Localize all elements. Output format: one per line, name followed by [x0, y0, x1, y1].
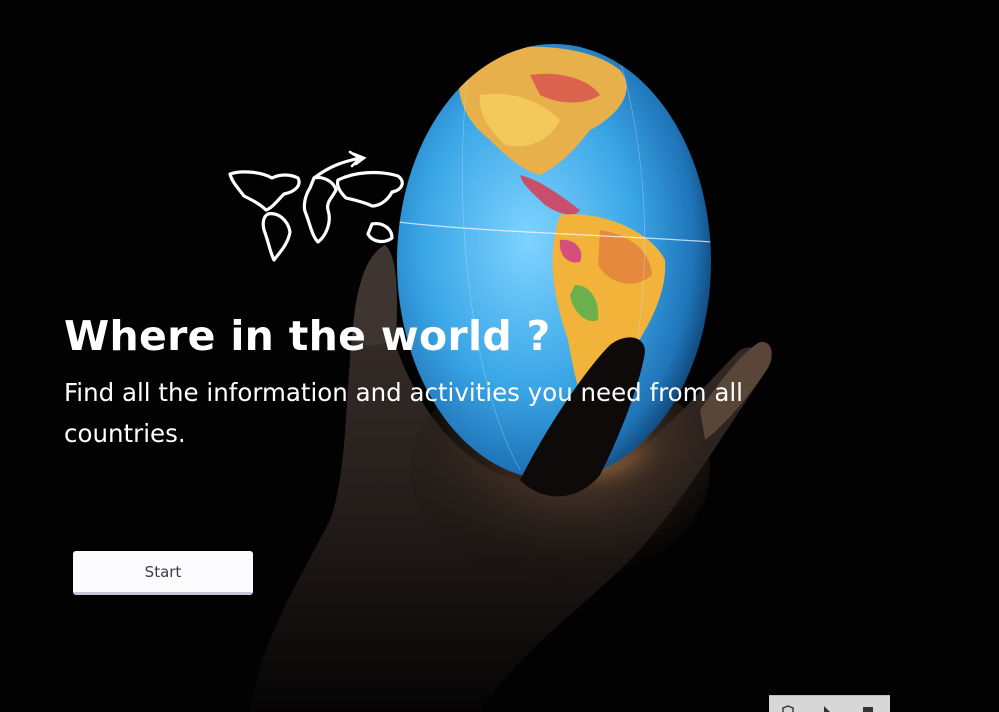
world-map-plane-logo [228, 150, 404, 262]
shield-icon[interactable] [781, 705, 795, 712]
play-icon[interactable] [821, 705, 835, 712]
square-icon[interactable] [861, 705, 875, 712]
page-subtitle: Find all the information and activities … [64, 378, 743, 448]
landing-page: Where in the world ? Find all the inform… [0, 0, 999, 712]
bottom-tray [769, 695, 890, 712]
start-button[interactable]: Start [73, 551, 253, 595]
page-title: Where in the world ? [64, 312, 551, 360]
